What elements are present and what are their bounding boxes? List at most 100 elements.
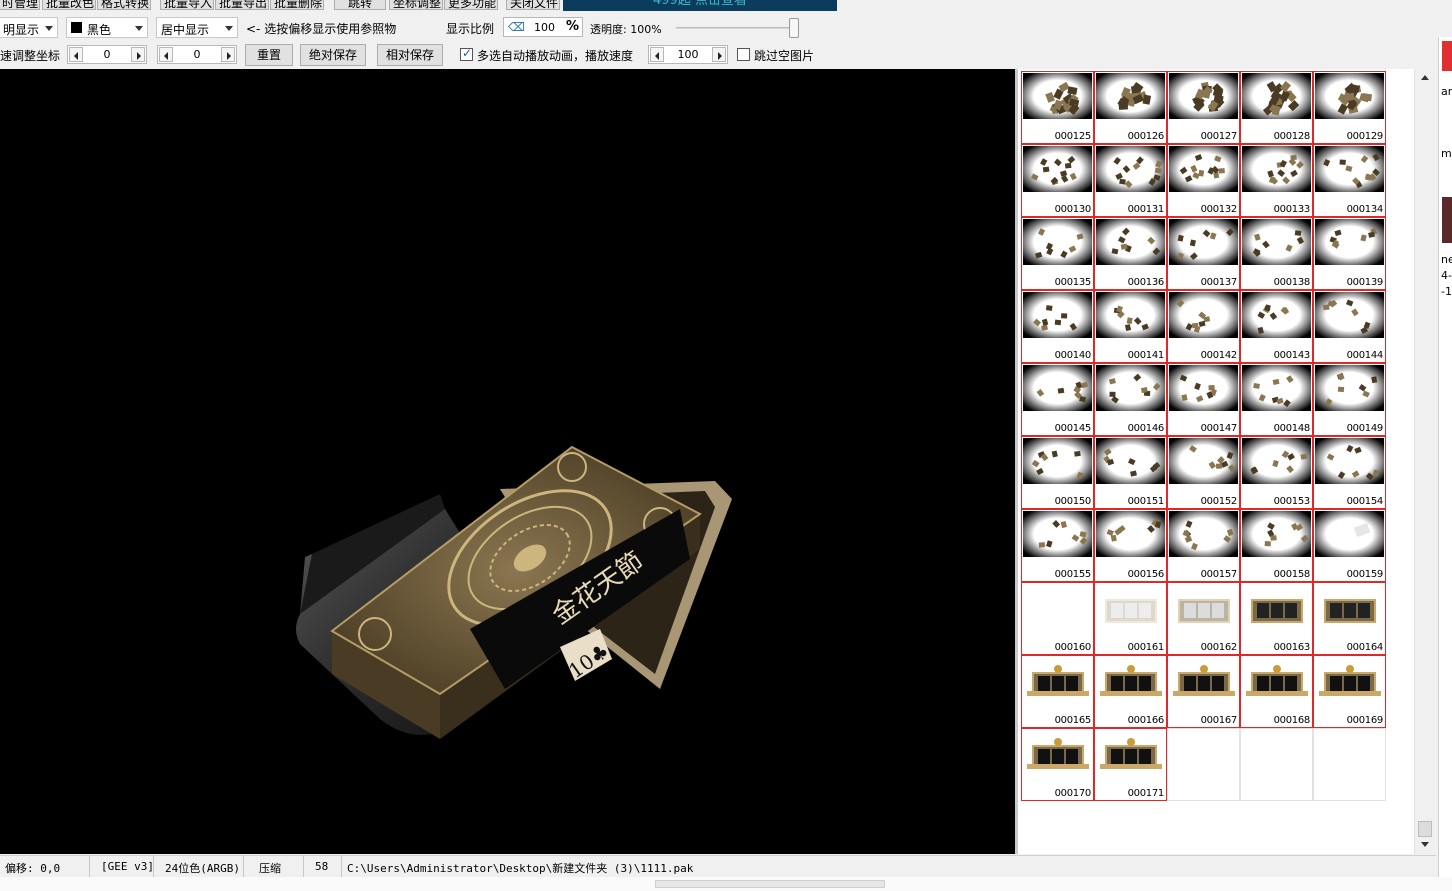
thumbnail-item[interactable]: 000154 [1313,436,1386,509]
thumbnail-item[interactable]: 000136 [1094,217,1167,290]
thumbnail-item[interactable]: 000170 [1021,728,1094,801]
opacity-slider-thumb[interactable] [789,18,799,38]
menu-item-format-convert[interactable]: 格式转换 [97,0,151,10]
thumbnail-item[interactable]: 000168 [1240,655,1313,728]
thumbnail-scrollbar[interactable] [1414,69,1434,854]
thumbnail-item[interactable]: 000156 [1094,509,1167,582]
skip-empty-checkbox[interactable] [737,48,750,61]
reset-button[interactable]: 重置 [245,44,293,66]
thumbnail-item[interactable]: 000137 [1167,217,1240,290]
thumbnail-panel[interactable]: 000125 000126 000127 000128 000129 000130 0001… [1018,69,1414,854]
edge-text: 4- [1441,269,1452,282]
decrement-button[interactable] [159,47,173,62]
thumbnail-item[interactable]: 000158 [1240,509,1313,582]
thumbnail-item[interactable]: 000141 [1094,290,1167,363]
thumbnail-item[interactable]: 000133 [1240,144,1313,217]
speed-value[interactable]: 100 [665,48,711,61]
y-coord-stepper[interactable]: 0 [157,45,237,64]
thumbnail-item[interactable]: 000163 [1240,582,1313,655]
thumbnail-item[interactable]: 000146 [1094,363,1167,436]
thumbnail-item[interactable]: 000143 [1240,290,1313,363]
thumbnail-item[interactable]: 000152 [1167,436,1240,509]
increment-button[interactable] [131,47,145,62]
menu-item-batch-delete[interactable]: 批量删除 [270,0,324,10]
thumbnail-item[interactable]: 000164 [1313,582,1386,655]
menu-item-jump[interactable]: 跳转 [334,0,386,10]
thumbnail-item[interactable]: 000157 [1167,509,1240,582]
thumbnail-item[interactable]: 000148 [1240,363,1313,436]
speed-stepper[interactable]: 100 [648,45,728,64]
thumbnail-image [1096,657,1165,703]
thumbnail-item[interactable]: 000129 [1313,71,1386,144]
thumbnail-label: 000171 [1127,788,1165,799]
thumbnail-item[interactable]: 000150 [1021,436,1094,509]
decrement-button[interactable] [69,47,83,62]
thumbnail-label: 000144 [1346,350,1384,361]
increment-button[interactable] [221,47,235,62]
increment-button[interactable] [712,47,726,62]
thumbnail-item[interactable]: 000159 [1313,509,1386,582]
display-mode-select[interactable]: 明显示 [0,17,58,38]
bottom-strip [0,877,1452,891]
menu-item-manage[interactable]: 时管理 [0,0,40,10]
thumbnail-label: 000136 [1127,277,1165,288]
align-mode-select[interactable]: 居中显示 [156,17,238,38]
thumbnail-item[interactable]: 000138 [1240,217,1313,290]
thumbnail-item[interactable]: 000134 [1313,144,1386,217]
ratio-input[interactable]: ⌫ 100 % [503,17,583,37]
menu-item-batch-import[interactable]: 批量导入 [160,0,214,10]
thumbnail-item[interactable]: 000169 [1313,655,1386,728]
menu-item-more[interactable]: 更多功能 [444,0,498,10]
thumbnail-item[interactable]: 000142 [1167,290,1240,363]
absolute-save-button[interactable]: 绝对保存 [300,44,366,66]
thumbnail-image [1023,365,1092,411]
thumbnail-item[interactable]: 000140 [1021,290,1094,363]
thumbnail-item[interactable]: 000171 [1094,728,1167,801]
thumbnail-item[interactable]: 000144 [1313,290,1386,363]
decrement-button[interactable] [650,47,664,62]
thumbnail-item[interactable]: 000145 [1021,363,1094,436]
menu-item-batch-recolor[interactable]: 批量改色 [42,0,96,10]
autoplay-checkbox[interactable] [460,46,473,61]
thumbnail-item[interactable]: 000162 [1167,582,1240,655]
thumbnail-item[interactable]: 000167 [1167,655,1240,728]
menu-item-coord-adjust[interactable]: 坐标调整 [389,0,443,10]
thumbnail-label: 000141 [1127,350,1165,361]
thumbnail-item[interactable]: 000161 [1094,582,1167,655]
x-coord-stepper[interactable]: 0 [67,45,147,64]
thumbnail-item[interactable]: 000132 [1167,144,1240,217]
thumbnail-item[interactable]: 000125 [1021,71,1094,144]
thumbnail-item[interactable]: 000128 [1240,71,1313,144]
opacity-slider-track[interactable] [676,27,796,29]
thumbnail-item[interactable]: 000153 [1240,436,1313,509]
thumbnail-image [1096,292,1165,338]
relative-save-button[interactable]: 相对保存 [377,44,443,66]
thumbnail-item[interactable]: 000131 [1094,144,1167,217]
scroll-up-icon[interactable] [1418,71,1432,85]
thumbnail-label: 000158 [1273,569,1311,580]
x-coord-value[interactable]: 0 [84,48,130,61]
preview-canvas[interactable]: 金花天節 10♣ [0,69,1015,854]
thumbnail-item[interactable]: 000139 [1313,217,1386,290]
scrollbar-thumb[interactable] [1418,821,1432,837]
y-coord-value[interactable]: 0 [174,48,220,61]
thumbnail-item[interactable]: 000166 [1094,655,1167,728]
thumbnail-item[interactable]: 000126 [1094,71,1167,144]
thumbnail-item[interactable]: 000127 [1167,71,1240,144]
thumbnail-item[interactable]: 000160 [1021,582,1094,655]
ad-banner[interactable]: 499起 点击查看 [563,0,837,11]
menu-item-close-file[interactable]: 关闭文件 [506,0,560,10]
thumbnail-image [1023,146,1092,192]
thumbnail-item[interactable]: 000149 [1313,363,1386,436]
thumbnail-item[interactable]: 000151 [1094,436,1167,509]
thumbnail-item[interactable]: 000147 [1167,363,1240,436]
eraser-icon[interactable]: ⌫ [508,20,525,34]
scroll-down-icon[interactable] [1418,837,1432,851]
thumbnail-label: 000157 [1200,569,1238,580]
bg-color-select[interactable]: 黑色 [66,17,148,38]
thumbnail-item[interactable]: 000165 [1021,655,1094,728]
thumbnail-item[interactable]: 000155 [1021,509,1094,582]
thumbnail-item[interactable]: 000130 [1021,144,1094,217]
thumbnail-item[interactable]: 000135 [1021,217,1094,290]
menu-item-batch-export[interactable]: 批量导出 [215,0,269,10]
